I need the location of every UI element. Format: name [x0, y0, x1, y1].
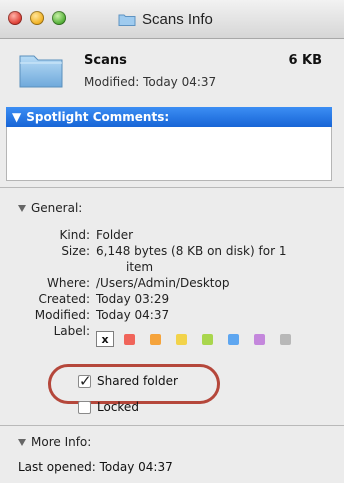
where-value: /Users/Admin/Desktop [96, 276, 230, 290]
label-swatch-yellow[interactable] [176, 334, 187, 345]
where-key: Where: [47, 276, 90, 290]
created-key: Created: [38, 292, 90, 306]
shared-folder-label: Shared folder [97, 374, 178, 388]
more-info-section-toggle[interactable]: More Info: [18, 435, 91, 449]
locked-label: Locked [97, 400, 139, 414]
label-swatch-blue[interactable] [228, 334, 239, 345]
label-swatch-gray[interactable] [280, 334, 291, 345]
shared-folder-checkbox[interactable]: ✓ [78, 372, 92, 390]
folder-icon [19, 55, 63, 88]
info-header: Scans 6 KB Modified: Today 04:37 [0, 39, 344, 105]
modified-key: Modified: [34, 308, 90, 322]
close-icon: x [101, 332, 109, 346]
minimize-button[interactable] [30, 11, 44, 25]
file-modified: Modified: Today 04:37 [84, 75, 217, 89]
spotlight-comments-field[interactable] [6, 127, 332, 181]
file-size: 6 KB [288, 53, 322, 68]
size-key: Size: [61, 244, 90, 258]
general-section-toggle[interactable]: General: [18, 201, 82, 215]
label-none-button[interactable]: x [96, 331, 114, 347]
window-title-group: Scans Info [118, 9, 213, 29]
spotlight-comments-header[interactable]: ▼ Spotlight Comments: [6, 107, 332, 127]
locked-checkbox[interactable] [78, 401, 91, 414]
folder-icon [118, 14, 136, 26]
divider [0, 425, 344, 426]
size-value-line1: 6,148 bytes (8 KB on disk) for 1 [96, 244, 287, 258]
disclosure-down-icon [18, 204, 26, 212]
created-value: Today 03:29 [96, 292, 170, 306]
info-window: Scans Info Scans 6 KB Modified: Today 04… [0, 0, 344, 483]
window-title: Scans Info [142, 10, 213, 28]
label-swatch-orange[interactable] [150, 334, 161, 345]
close-button[interactable] [8, 11, 22, 25]
label-swatch-red[interactable] [124, 334, 135, 345]
zoom-button[interactable] [52, 11, 66, 25]
last-opened: Last opened: Today 04:37 [18, 460, 173, 474]
label-key: Label: [53, 324, 90, 338]
kind-value: Folder [96, 228, 134, 242]
modified-value: Today 04:37 [96, 308, 170, 322]
divider [0, 187, 344, 188]
file-name: Scans [84, 53, 127, 68]
more-info-section-title: More Info: [31, 435, 92, 449]
disclosure-down-icon: ▼ [12, 110, 22, 124]
label-swatch-purple[interactable] [254, 334, 265, 345]
spotlight-comments-label: Spotlight Comments: [26, 110, 170, 124]
kind-key: Kind: [59, 228, 90, 242]
general-section-title: General: [31, 201, 83, 215]
label-swatch-green[interactable] [202, 334, 213, 345]
size-value-line2: item [126, 260, 154, 274]
checkmark-icon: ✓ [79, 372, 92, 390]
disclosure-down-icon [18, 438, 26, 446]
title-bar[interactable]: Scans Info [0, 0, 344, 39]
